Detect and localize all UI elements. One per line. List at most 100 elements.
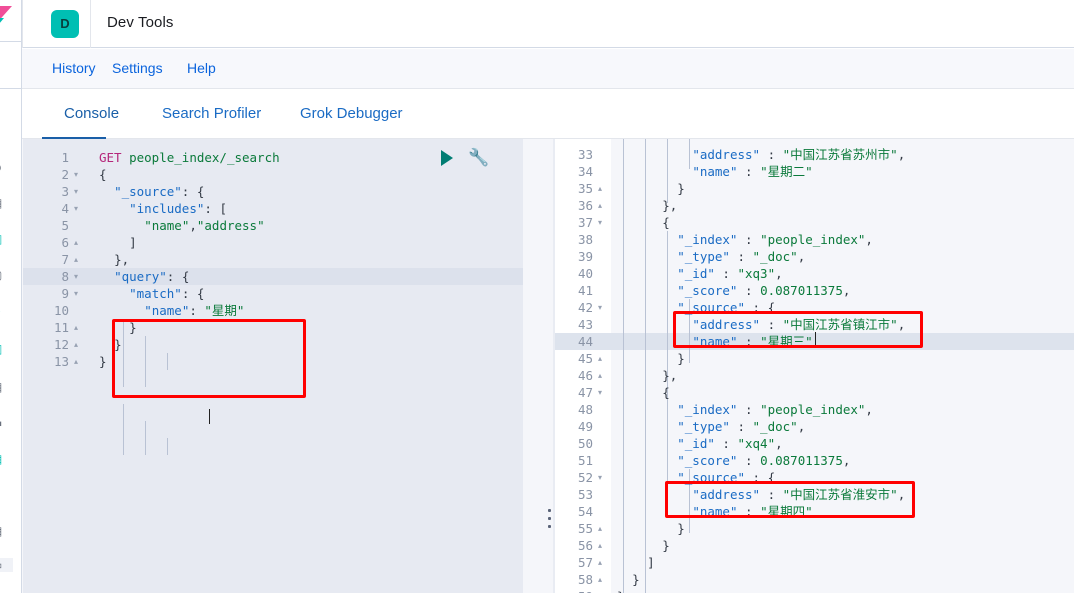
wrench-icon[interactable]: 🔧	[468, 147, 490, 169]
line-number: 3	[61, 184, 69, 199]
line-number: 35	[577, 181, 593, 196]
line-number: 44	[577, 334, 593, 349]
fold-close-icon[interactable]: ▴	[71, 353, 81, 370]
tab-search-profiler[interactable]: Search Profiler	[162, 105, 261, 122]
line-number: 58	[577, 572, 593, 587]
rail-icon-uptime[interactable]: ◜	[0, 490, 13, 504]
line-number: 49	[577, 419, 593, 434]
code-line: }	[617, 588, 625, 593]
fold-open-icon[interactable]: ▾	[71, 285, 81, 302]
code-line: "_source" : {	[677, 300, 776, 315]
rail-icon-siem[interactable]: ▩	[0, 524, 13, 538]
fold-close-icon[interactable]: ▴	[595, 571, 605, 588]
fold-close-icon[interactable]: ▴	[595, 350, 605, 367]
rail-icon-dev-tools[interactable]: ▭	[0, 558, 13, 572]
console-workspace: 🔧 1 2 ▾ 3 ▾ 4 ▾ 5 6 ▴ 7 ▴ 8 ▾ 9 ▾ 10 11 ▴ 12 ▴ 13 ▴ GET people…	[22, 139, 1074, 593]
fold-close-icon[interactable]: ▴	[595, 367, 605, 384]
indent-guide	[145, 421, 146, 455]
code-line: "_score" : 0.087011375,	[677, 453, 851, 468]
line-number: 38	[577, 232, 593, 247]
indent-guide	[167, 353, 168, 370]
header-divider-2	[90, 0, 91, 48]
rail-icon-machine-learning[interactable]: ▥	[0, 342, 13, 356]
fold-close-icon[interactable]: ▴	[595, 197, 605, 214]
fold-open-icon[interactable]: ▾	[595, 299, 605, 316]
header-divider	[22, 0, 23, 48]
subnav-help[interactable]: Help	[187, 60, 216, 76]
line-number: 34	[577, 164, 593, 179]
fold-close-icon[interactable]: ▴	[595, 554, 605, 571]
code-line: "name" : "星期四"	[692, 504, 813, 519]
console-subnav: History Settings Help	[22, 49, 1074, 89]
fold-close-icon[interactable]: ▴	[595, 537, 605, 554]
fold-open-icon[interactable]: ▾	[71, 183, 81, 200]
pane-drag-handle[interactable]	[548, 509, 553, 533]
line-number: 40	[577, 266, 593, 281]
dev-tools-console-page: ◷ ▤ ▣ ▢ ▰ ▥ ▦ ▬ ▧ ◜ ▩ ▭ D Dev Tools Hist…	[0, 0, 1074, 593]
subnav-settings[interactable]: Settings	[112, 60, 163, 76]
request-editor-toolbar	[23, 139, 523, 145]
global-nav-rail: ◷ ▤ ▣ ▢ ▰ ▥ ▦ ▬ ▧ ◜ ▩ ▭	[0, 0, 22, 593]
response-caret	[815, 332, 816, 347]
fold-close-icon[interactable]: ▴	[595, 588, 605, 593]
line-number: 43	[577, 317, 593, 332]
dev-tools-tabs: Console Search Profiler Grok Debugger	[22, 89, 1074, 139]
rail-icon-dashboard[interactable]: ▣	[0, 232, 13, 246]
line-number: 51	[577, 453, 593, 468]
code-line: "name": "星期"	[144, 303, 245, 318]
line-number: 45	[577, 351, 593, 366]
fold-open-icon[interactable]: ▾	[595, 469, 605, 486]
rail-icon-clock[interactable]: ◷	[0, 160, 13, 174]
code-line: "name","address"	[144, 218, 265, 233]
line-number: 12	[53, 337, 69, 352]
fold-close-icon[interactable]: ▴	[71, 319, 81, 336]
code-line: "query": {	[114, 269, 190, 284]
fold-open-icon[interactable]: ▾	[595, 214, 605, 231]
indent-guide	[167, 438, 168, 455]
request-caret	[209, 409, 210, 424]
line-number: 11	[53, 320, 69, 335]
fold-open-icon[interactable]: ▾	[71, 166, 81, 183]
code-line: }	[662, 538, 670, 553]
indent-guide	[145, 336, 146, 387]
rail-divider	[0, 41, 22, 42]
code-line: "_index" : "people_index",	[677, 402, 873, 417]
rail-icon-apm[interactable]: ▧	[0, 452, 13, 466]
play-icon[interactable]	[441, 150, 453, 166]
rail-icon-maps[interactable]: ▰	[0, 306, 13, 320]
tab-console[interactable]: Console	[64, 105, 119, 122]
code-line: "name" : "星期二"	[692, 164, 813, 179]
fold-close-icon[interactable]: ▴	[71, 251, 81, 268]
rail-icon-discover[interactable]: ▤	[0, 196, 13, 210]
rail-icon-infrastructure[interactable]: ▦	[0, 380, 13, 394]
kibana-logo-icon[interactable]	[0, 4, 18, 34]
line-number: 2	[61, 167, 69, 182]
line-number: 50	[577, 436, 593, 451]
fold-close-icon[interactable]: ▴	[595, 180, 605, 197]
line-number: 56	[577, 538, 593, 553]
subnav-history[interactable]: History	[52, 60, 96, 76]
code-line: ]	[129, 235, 137, 250]
fold-close-icon[interactable]: ▴	[71, 234, 81, 251]
code-line: "_source" : {	[677, 470, 776, 485]
code-line: },	[114, 252, 130, 267]
fold-open-icon[interactable]: ▾	[595, 384, 605, 401]
code-line: },	[662, 368, 678, 383]
fold-close-icon[interactable]: ▴	[595, 520, 605, 537]
line-number: 46	[577, 368, 593, 383]
response-editor-pane[interactable]: 33 34 35 ▴ 36 ▴ 37 ▾ 38 39 40 41 42 ▾ 43 44 45 ▴ 46 ▴ 47 ▾ 48 4…	[555, 139, 1074, 593]
code-line: }	[677, 521, 685, 536]
fold-open-icon[interactable]: ▾	[71, 268, 81, 285]
tab-grok-debugger[interactable]: Grok Debugger	[300, 105, 403, 122]
rail-icon-canvas[interactable]: ▢	[0, 268, 13, 282]
rail-icon-logs[interactable]: ▬	[0, 416, 13, 430]
fold-close-icon[interactable]: ▴	[71, 336, 81, 353]
code-line: "_index" : "people_index",	[677, 232, 873, 247]
code-line: "address" : "中国江苏省淮安市",	[692, 487, 906, 502]
fold-open-icon[interactable]: ▾	[71, 200, 81, 217]
app-badge[interactable]: D	[51, 10, 79, 38]
code-line: }	[129, 320, 137, 335]
line-number: 47	[577, 385, 593, 400]
request-editor-pane[interactable]: 🔧 1 2 ▾ 3 ▾ 4 ▾ 5 6 ▴ 7 ▴ 8 ▾ 9 ▾ 10 11 ▴ 12 ▴ 13 ▴ GET people…	[23, 139, 523, 593]
code-line: }	[632, 572, 640, 587]
